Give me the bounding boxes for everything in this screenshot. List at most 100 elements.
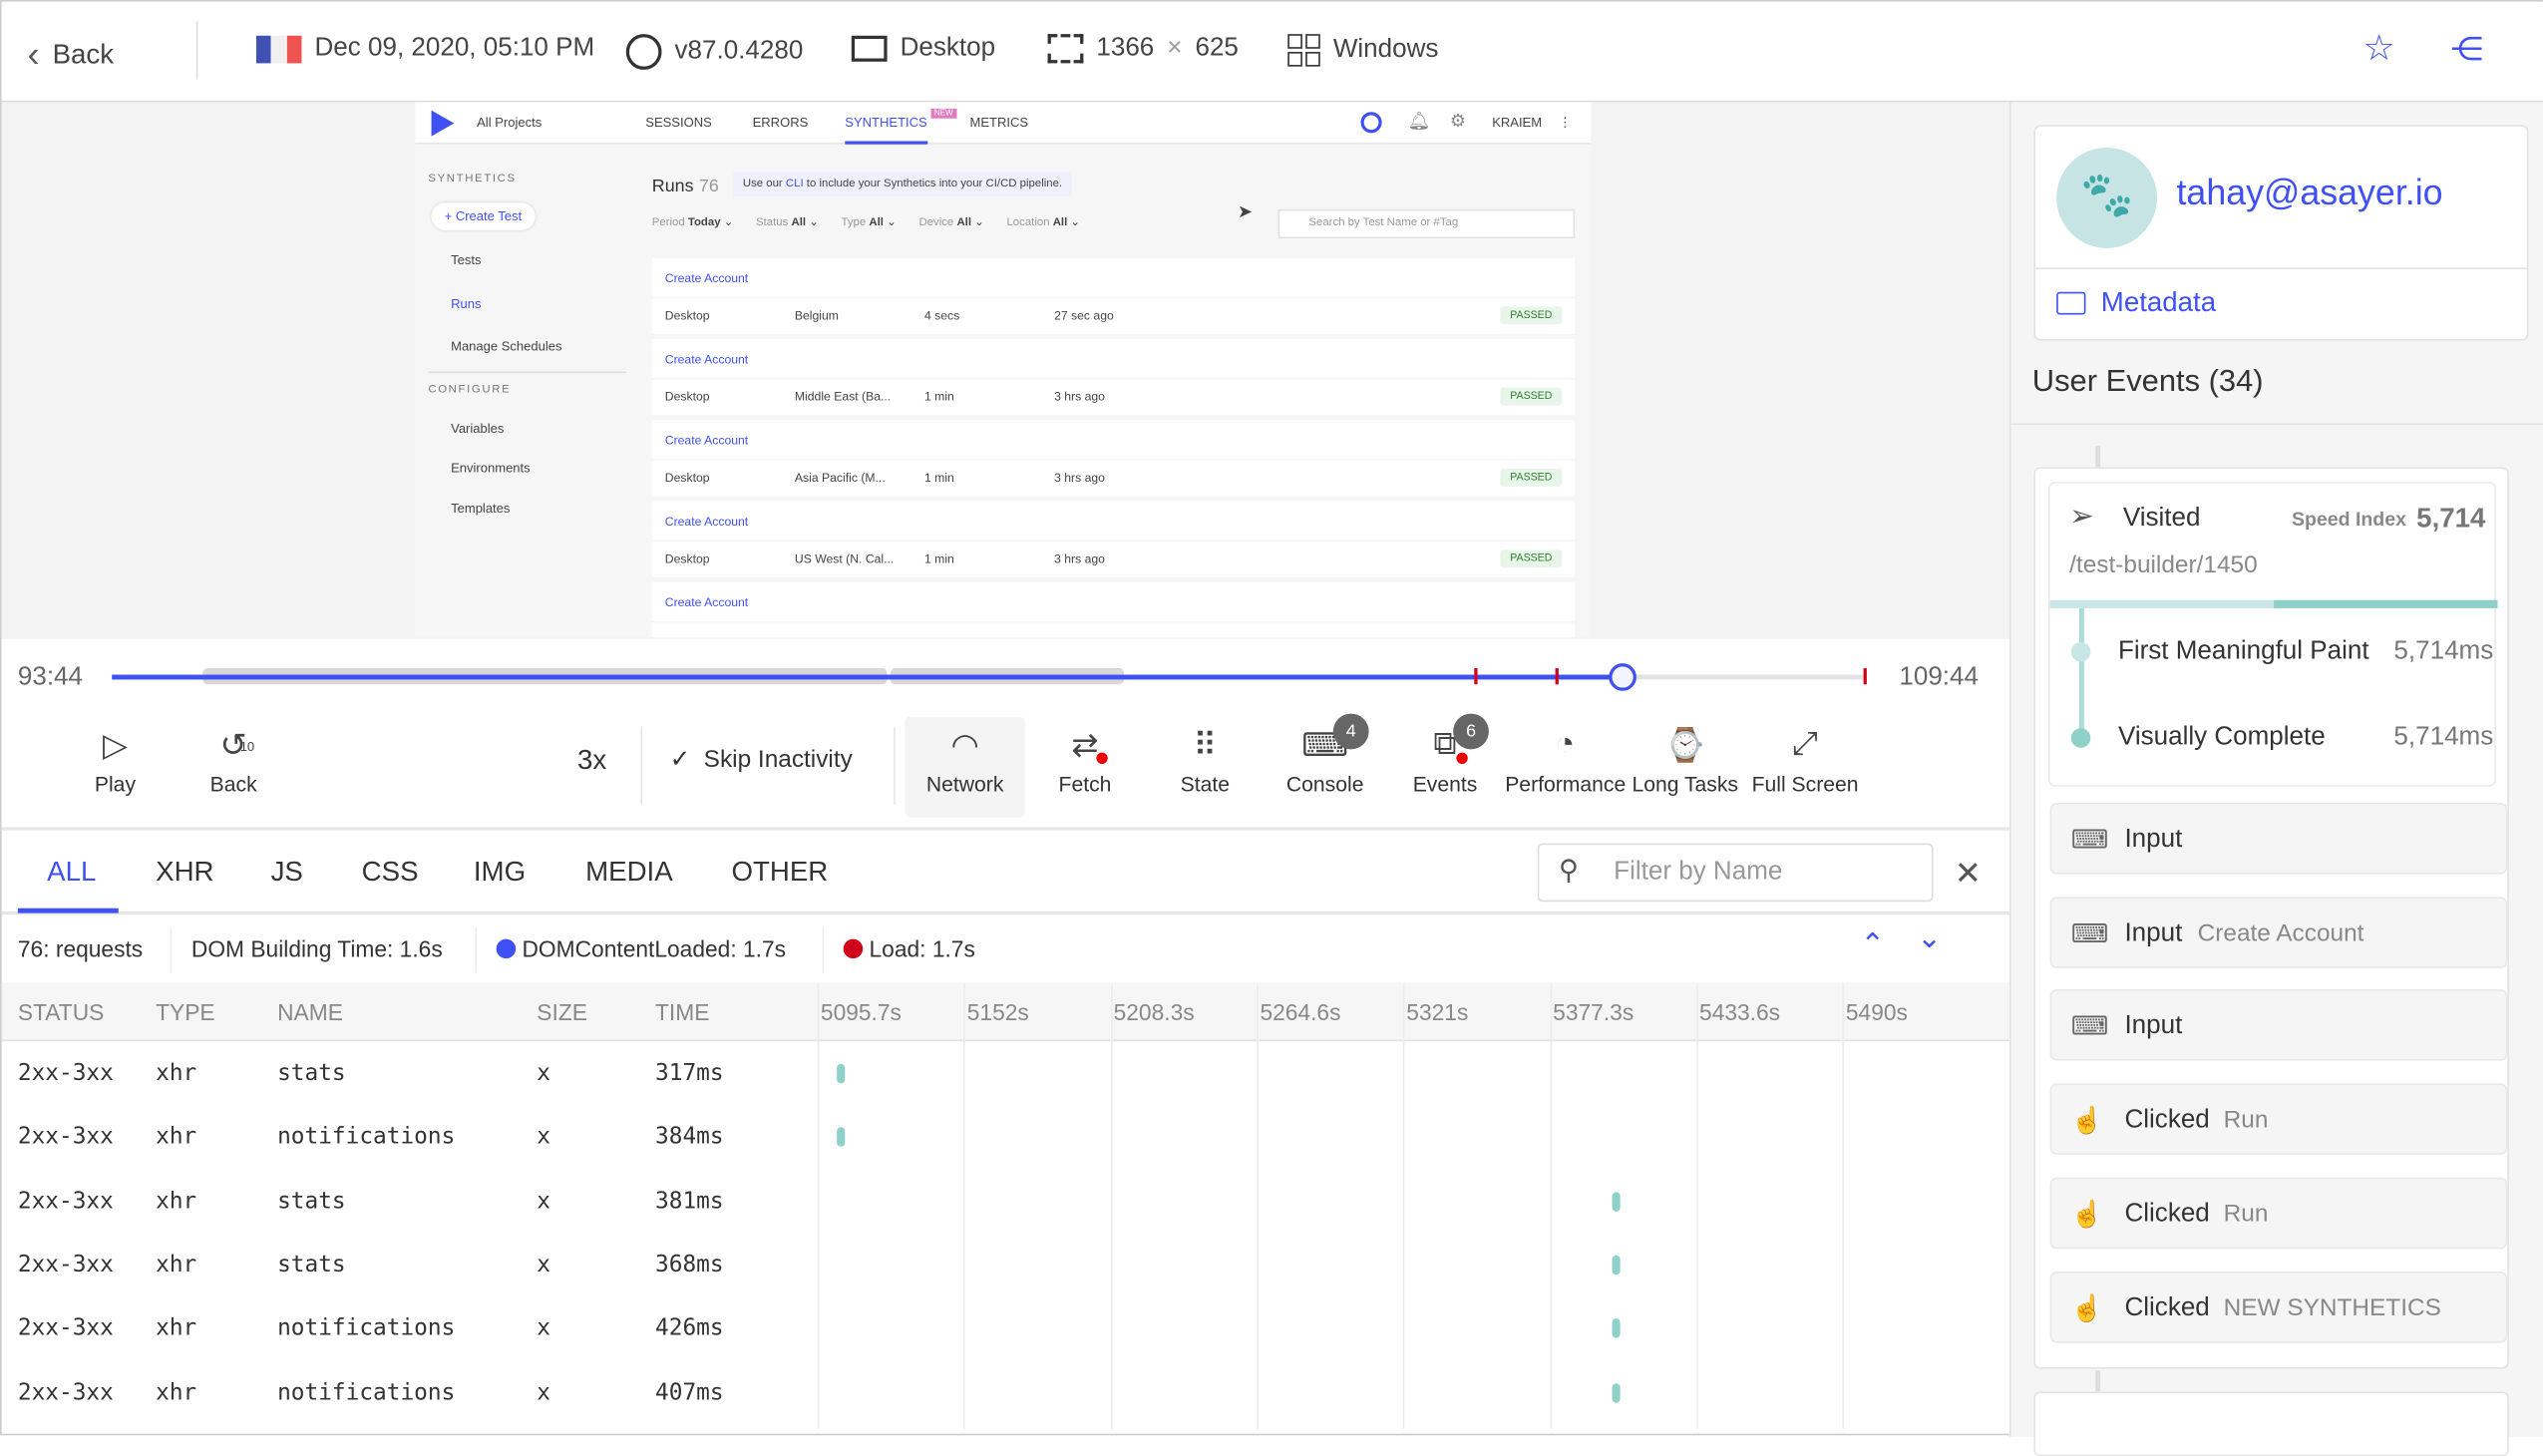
- timeline-scrubber-handle[interactable]: [1608, 663, 1636, 691]
- tab-media[interactable]: MEDIA: [585, 857, 673, 890]
- error-marker[interactable]: [1474, 668, 1478, 685]
- os-info: Windows: [1287, 34, 1438, 67]
- tab-all[interactable]: ALL: [47, 857, 96, 890]
- event-input[interactable]: ⌨ Input: [2049, 803, 2508, 875]
- bell-icon[interactable]: 🔔︎: [1408, 111, 1431, 132]
- project-selector[interactable]: All Projects: [477, 115, 542, 130]
- cell-status: 2xx-3xx: [17, 1252, 114, 1278]
- table-row[interactable]: 2xx-3xx xhr stats x 317ms: [2, 1041, 2009, 1105]
- skip-inactivity-toggle[interactable]: ✓ Skip Inactivity: [670, 744, 853, 774]
- timeline-end: 109:44: [1899, 663, 1979, 691]
- timeline[interactable]: 93:44 109:44: [1, 638, 2009, 712]
- filter-period[interactable]: Period Today ⌄: [652, 215, 733, 228]
- sidebar-item-variables[interactable]: Variables: [451, 422, 504, 437]
- star-icon[interactable]: ☆: [2363, 28, 2395, 70]
- nav-errors[interactable]: ERRORS: [753, 115, 809, 130]
- tool-network-button[interactable]: ◠ Network: [905, 716, 1025, 818]
- cli-link[interactable]: CLI: [786, 179, 804, 189]
- metadata-button[interactable]: Metadata: [2056, 287, 2216, 320]
- run-title-link[interactable]: Create Account: [651, 501, 1576, 541]
- table-row[interactable]: 2xx-3xx xhr notifications x 407ms: [2, 1360, 2009, 1424]
- user-menu[interactable]: KRAIEM: [1492, 115, 1542, 130]
- gear-icon[interactable]: ⚙: [1450, 111, 1466, 132]
- event-clicked[interactable]: ☝ Clicked Run: [2049, 1083, 2508, 1156]
- table-row[interactable]: 2xx-3xx xhr notifications x 384ms: [2, 1105, 2009, 1169]
- filter-label: Status: [756, 216, 789, 229]
- tool-console-button[interactable]: ⌨ 4 Console: [1266, 713, 1385, 818]
- run-title-link[interactable]: Create Account: [651, 420, 1576, 460]
- user-email[interactable]: tahay@asayer.io: [2176, 172, 2442, 213]
- dom-building-time: DOM Building Time: 1.6s: [190, 935, 443, 962]
- sidebar-item-environments[interactable]: Environments: [451, 461, 531, 476]
- pointer-hand-icon: ☝: [2070, 1294, 2104, 1323]
- more-icon[interactable]: ⋮: [1559, 115, 1572, 130]
- event-clicked[interactable]: ☝ Clicked Run: [2049, 1177, 2508, 1249]
- session-datetime: Dec 09, 2020, 05:10 PM: [255, 34, 594, 63]
- close-icon[interactable]: ✕: [1955, 853, 1982, 894]
- column-type[interactable]: TYPE: [156, 999, 214, 1025]
- column-name[interactable]: NAME: [277, 999, 343, 1025]
- run-card[interactable]: Create Account Desktop Middle East (Ba... 1…: [651, 338, 1576, 416]
- tool-label: Full Screen: [1751, 772, 1859, 797]
- error-marker[interactable]: [1863, 668, 1867, 685]
- network-table-header: STATUS TYPE NAME SIZE TIME 5095.7s 5152s 5208.3…: [1, 982, 2009, 1042]
- run-card[interactable]: Create Account Desktop Belgium 4 secs 27 sec…: [651, 257, 1576, 335]
- nav-sessions[interactable]: SESSIONS: [645, 115, 712, 130]
- sidebar-item-runs[interactable]: Runs: [451, 297, 481, 312]
- filter-type[interactable]: Type All ⌄: [842, 215, 897, 228]
- run-title-link[interactable]: Create Account: [651, 257, 1576, 297]
- filter-device[interactable]: Device All ⌄: [918, 215, 983, 228]
- tab-js[interactable]: JS: [271, 857, 303, 890]
- run-title-link[interactable]: Create Account: [651, 581, 1576, 621]
- status-badge: PASSED: [1500, 306, 1563, 325]
- share-icon[interactable]: ⋲: [2450, 29, 2483, 70]
- session-player[interactable]: All Projects SESSIONS ERRORS SYNTHETICS …: [1, 102, 2009, 639]
- tab-other[interactable]: OTHER: [731, 857, 828, 890]
- tool-long-tasks-button[interactable]: ⌚ Long Tasks: [1626, 717, 1745, 818]
- test-search-input[interactable]: Search by Test Name or #Tag: [1277, 208, 1576, 239]
- tool-label: Network: [925, 772, 1004, 797]
- chevron-down-icon[interactable]: ⌄: [1917, 921, 1942, 955]
- nav-synthetics[interactable]: SYNTHETICS: [845, 115, 927, 145]
- tool-performance-button[interactable]: ◔ Performance: [1505, 717, 1626, 818]
- run-card[interactable]: Create Account Desktop US West (N. Cal... 1…: [651, 501, 1576, 577]
- sidebar-item-templates[interactable]: Templates: [451, 502, 510, 517]
- fullscreen-bracket-icon: [1047, 34, 1084, 64]
- tool-fetch-button[interactable]: ⇄ Fetch: [1025, 717, 1145, 818]
- tab-xhr[interactable]: XHR: [156, 857, 213, 890]
- filter-location[interactable]: Location All ⌄: [1006, 215, 1079, 228]
- tab-img[interactable]: IMG: [474, 857, 526, 890]
- column-time[interactable]: TIME: [655, 999, 709, 1025]
- create-test-button[interactable]: + Create Test: [431, 202, 536, 230]
- table-row[interactable]: 2xx-3xx xhr notifications x 426ms: [2, 1296, 2009, 1360]
- sidebar-item-schedules[interactable]: Manage Schedules: [451, 339, 561, 354]
- run-location: Asia Pacific (M...: [794, 470, 886, 486]
- replay-screen[interactable]: All Projects SESSIONS ERRORS SYNTHETICS …: [415, 102, 1592, 638]
- sidebar-item-tests[interactable]: Tests: [451, 253, 481, 268]
- event-clicked[interactable]: ☝ Clicked NEW SYNTHETICS: [2049, 1271, 2508, 1342]
- run-duration: 1 min: [923, 470, 954, 486]
- filter-status[interactable]: Status All ⌄: [756, 215, 819, 228]
- tab-css[interactable]: CSS: [362, 857, 419, 890]
- event-input[interactable]: ⌨ Input Create Account: [2049, 896, 2508, 968]
- speed-button[interactable]: 3x: [577, 744, 606, 777]
- visit-event[interactable]: ➢ Visited Speed Index 5,714 /test-builde…: [2048, 482, 2498, 787]
- run-title-link[interactable]: Create Account: [651, 338, 1576, 378]
- tool-state-button[interactable]: ⠿ State: [1145, 717, 1265, 818]
- table-row[interactable]: 2xx-3xx xhr stats x 381ms: [2, 1169, 2009, 1233]
- table-row[interactable]: 2xx-3xx xhr stats x 368ms: [2, 1233, 2009, 1296]
- error-marker[interactable]: [1555, 668, 1559, 685]
- run-card[interactable]: Create Account: [651, 581, 1576, 638]
- tool-full-screen-button[interactable]: ⤢ Full Screen: [1745, 717, 1865, 818]
- column-status[interactable]: STATUS: [18, 999, 104, 1025]
- back-10-button[interactable]: ↺ 10 Back: [176, 717, 292, 818]
- run-card[interactable]: Create Account Desktop Asia Pacific (M... 1…: [651, 420, 1576, 497]
- filter-by-name-input[interactable]: Filter by Name: [1537, 843, 1934, 903]
- event-input[interactable]: ⌨ Input: [2049, 989, 2508, 1062]
- back-button[interactable]: ‹ Back: [28, 34, 114, 76]
- nav-metrics[interactable]: METRICS: [970, 115, 1029, 130]
- chevron-up-icon[interactable]: ⌃: [1860, 927, 1885, 961]
- column-size[interactable]: SIZE: [537, 999, 587, 1025]
- play-button[interactable]: ▷ Play: [57, 717, 174, 818]
- tool-events-button[interactable]: ⧉ 6 Events: [1385, 713, 1505, 818]
